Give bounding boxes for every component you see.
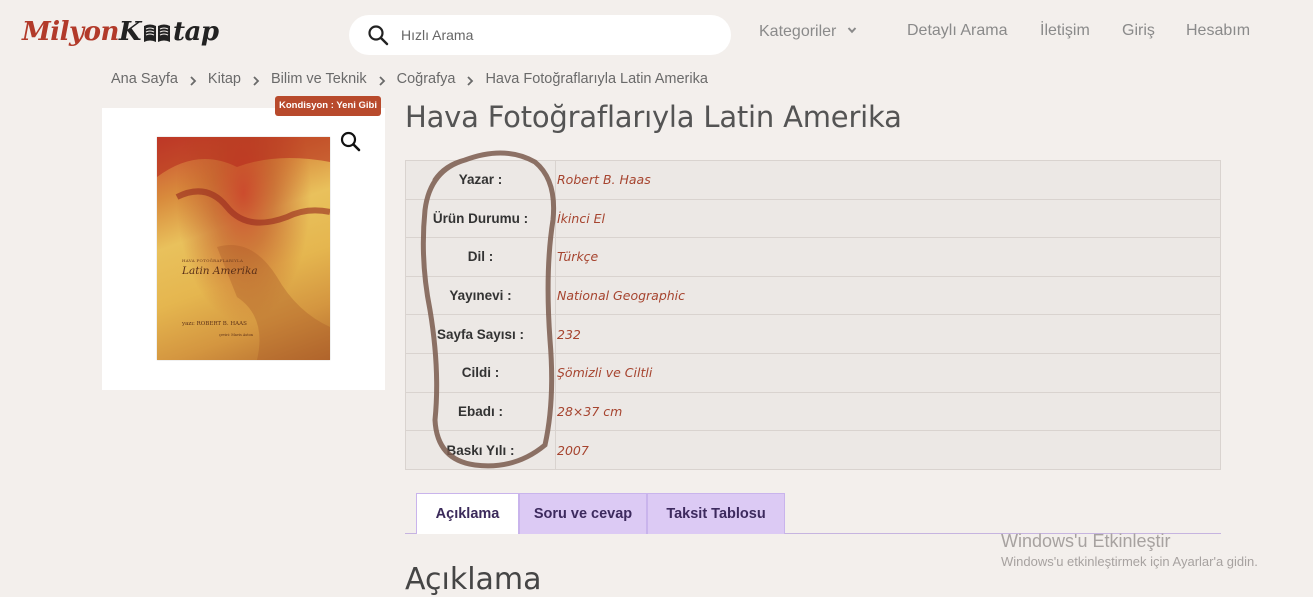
detail-label: Dil : bbox=[406, 238, 556, 276]
breadcrumb: Ana Sayfa Kitap Bilim ve Teknik Coğrafya… bbox=[111, 69, 708, 89]
tab-installments[interactable]: Taksit Tablosu bbox=[647, 493, 785, 534]
detail-value-binding[interactable]: Şömizli ve Ciltli bbox=[557, 354, 652, 392]
tab-questions[interactable]: Soru ve cevap bbox=[519, 493, 647, 534]
logo-text-part2: tap bbox=[173, 17, 219, 47]
table-row: Ürün Durumu : İkinci El bbox=[406, 199, 1220, 239]
detail-label: Ürün Durumu : bbox=[406, 199, 556, 238]
table-row: Sayfa Sayısı : 232 bbox=[406, 315, 1220, 354]
breadcrumb-book[interactable]: Kitap bbox=[208, 71, 241, 87]
breadcrumb-science[interactable]: Bilim ve Teknik bbox=[271, 71, 367, 87]
search-icon[interactable] bbox=[367, 24, 389, 46]
watermark-line1: Windows'u Etkinleştir bbox=[1001, 531, 1171, 551]
cover-author: yazı: ROBERT B. HAAS bbox=[182, 321, 247, 327]
table-row: Baskı Yılı : 2007 bbox=[406, 431, 1220, 470]
book-cover-image[interactable]: HAVA FOTOĞRAFLARIYLA Latin Amerika yazı:… bbox=[157, 137, 330, 360]
condition-badge: Kondisyon : Yeni Gibi bbox=[275, 96, 382, 116]
site-logo[interactable]: Milyon K tap bbox=[22, 12, 219, 52]
chevron-right-icon bbox=[378, 74, 386, 86]
tab-description[interactable]: Açıklama bbox=[416, 493, 519, 534]
nav-detailed-search[interactable]: Detaylı Arama bbox=[907, 22, 1007, 40]
breadcrumb-current: Hava Fotoğraflarıyla Latin Amerika bbox=[485, 71, 708, 87]
detail-label: Yayınevi : bbox=[406, 276, 556, 315]
book-icon bbox=[142, 21, 172, 43]
table-row: Yazar : Robert B. Haas bbox=[406, 161, 1220, 200]
chevron-right-icon bbox=[189, 74, 197, 86]
detail-value-language[interactable]: Türkçe bbox=[557, 238, 598, 276]
table-row: Ebadı : 28×37 cm bbox=[406, 392, 1220, 432]
nav-login[interactable]: Giriş bbox=[1122, 22, 1155, 40]
detail-label: Baskı Yılı : bbox=[406, 431, 556, 470]
product-tabs: Açıklama Soru ve cevap Taksit Tablosu bbox=[405, 493, 1221, 535]
detail-value-dimensions[interactable]: 28×37 cm bbox=[557, 393, 622, 431]
detail-value-publisher[interactable]: National Geographic bbox=[557, 277, 685, 315]
search-input[interactable] bbox=[399, 23, 709, 47]
logo-letter-k: K bbox=[118, 17, 142, 47]
zoom-icon[interactable] bbox=[339, 130, 363, 154]
table-row: Cildi : Şömizli ve Ciltli bbox=[406, 354, 1220, 393]
watermark-line2: Windows'u etkinleştirmek için Ayarlar'a … bbox=[1001, 554, 1258, 569]
cover-small-text: HAVA FOTOĞRAFLARIYLA bbox=[182, 258, 244, 263]
nav-categories[interactable]: Kategoriler bbox=[759, 22, 857, 41]
windows-activation-watermark: Windows'u Etkinleştir Windows'u etkinleş… bbox=[1001, 530, 1258, 572]
breadcrumb-geography[interactable]: Coğrafya bbox=[397, 71, 456, 87]
detail-label: Cildi : bbox=[406, 354, 556, 392]
detail-value-author[interactable]: Robert B. Haas bbox=[557, 161, 651, 199]
product-details-table: Yazar : Robert B. Haas Ürün Durumu : İki… bbox=[405, 160, 1221, 470]
table-row: Dil : Türkçe bbox=[406, 238, 1220, 277]
page-title: Hava Fotoğraflarıyla Latin Amerika bbox=[405, 100, 902, 134]
chevron-right-icon bbox=[252, 74, 260, 86]
chevron-right-icon bbox=[466, 74, 474, 86]
table-row: Yayınevi : National Geographic bbox=[406, 276, 1220, 316]
nav-account[interactable]: Hesabım bbox=[1186, 22, 1250, 40]
detail-value-condition[interactable]: İkinci El bbox=[557, 200, 605, 238]
detail-label: Yazar : bbox=[406, 161, 556, 199]
detail-value-pages[interactable]: 232 bbox=[557, 315, 581, 353]
nav-categories-label: Kategoriler bbox=[759, 23, 837, 40]
logo-text-part1: Milyon bbox=[22, 17, 119, 47]
detail-label: Sayfa Sayısı : bbox=[406, 315, 556, 353]
nav-contact[interactable]: İletişim bbox=[1040, 22, 1090, 40]
site-header: Milyon K tap Kategoriler Det bbox=[0, 0, 1313, 68]
cover-subtext: çeviri: Mavis Aston bbox=[219, 333, 253, 337]
chevron-down-icon bbox=[847, 22, 857, 34]
breadcrumb-home[interactable]: Ana Sayfa bbox=[111, 71, 178, 87]
cover-title: Latin Amerika bbox=[182, 265, 258, 277]
description-heading: Açıklama bbox=[405, 562, 542, 597]
detail-value-year[interactable]: 2007 bbox=[557, 431, 589, 470]
detail-label: Ebadı : bbox=[406, 392, 556, 431]
search-bar bbox=[349, 15, 731, 55]
